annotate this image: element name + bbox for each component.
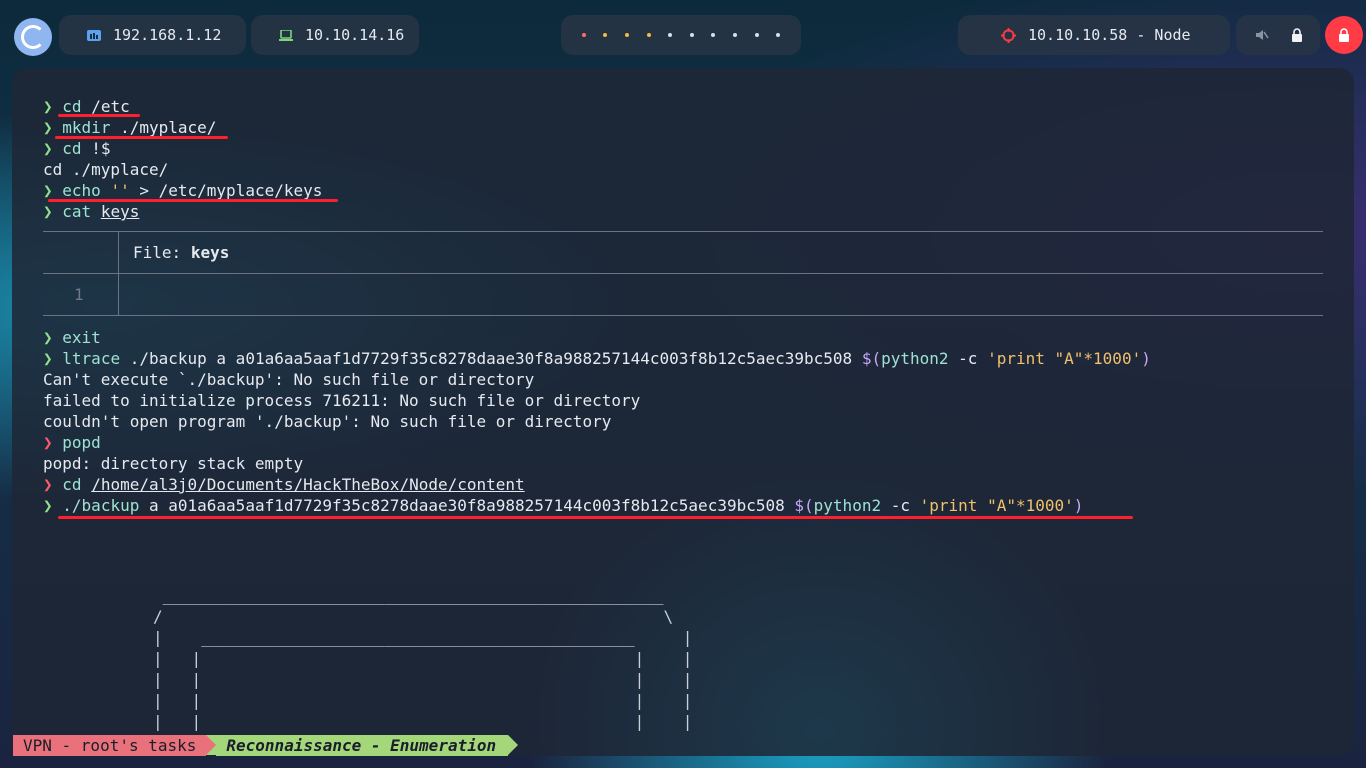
command: mkdir bbox=[62, 118, 111, 137]
workspace-dot-4[interactable] bbox=[646, 33, 651, 37]
workspace-dot-5[interactable] bbox=[668, 33, 673, 37]
command: python2 bbox=[813, 496, 882, 515]
terminal-line-9: ❯ popd bbox=[43, 432, 101, 453]
debian-logo-icon[interactable] bbox=[14, 18, 52, 56]
command: exit bbox=[62, 328, 101, 347]
workspace-dot-8[interactable] bbox=[732, 33, 737, 37]
workspace-dot-9[interactable] bbox=[754, 33, 759, 37]
status-separator-icon bbox=[508, 735, 519, 755]
command: ./backup bbox=[62, 496, 140, 515]
tmux-window-active[interactable]: Reconnaissance - Enumeration bbox=[216, 735, 509, 756]
laptop-icon bbox=[279, 29, 293, 41]
command: cd bbox=[62, 139, 82, 158]
bat-border-top bbox=[43, 231, 1323, 232]
prompt-symbol: ❯ bbox=[43, 97, 53, 116]
bat-border-bottom bbox=[43, 315, 1323, 316]
terminal-output: couldn't open program './backup': No suc… bbox=[43, 412, 612, 431]
prompt-symbol-error: ❯ bbox=[43, 433, 53, 452]
top-bar: 192.168.1.12 10.10.14.16 10.10.10.58 - N… bbox=[0, 0, 1366, 68]
file-path: keys bbox=[100, 202, 140, 221]
terminal-line-11: ❯ ./backup a a01a6aa5aaf1d7729f35c8278da… bbox=[43, 495, 1083, 516]
workspace-dot-1[interactable] bbox=[581, 33, 586, 37]
command: popd bbox=[62, 433, 101, 452]
subshell-close: ) bbox=[1141, 349, 1151, 368]
file-path: /home/al3j0/Documents/HackTheBox/Node/co… bbox=[91, 475, 525, 494]
flag: -c bbox=[958, 349, 978, 368]
prompt-symbol: ❯ bbox=[43, 118, 53, 137]
prompt-symbol-error: ❯ bbox=[43, 475, 53, 494]
bat-file-name: keys bbox=[190, 243, 230, 262]
red-underline bbox=[58, 516, 1133, 519]
argument: !$ bbox=[91, 139, 111, 158]
argument: ./myplace/ bbox=[120, 118, 217, 137]
prompt-symbol: ❯ bbox=[43, 496, 53, 515]
mute-icon[interactable] bbox=[1255, 28, 1269, 42]
workspace-dot-6[interactable] bbox=[689, 33, 694, 37]
workspace-ip: 192.168.1.12 bbox=[113, 26, 222, 44]
vpn-ip: 10.10.14.16 bbox=[305, 26, 405, 44]
string-literal: '' bbox=[110, 181, 130, 200]
status-separator-icon bbox=[206, 735, 217, 755]
target-pill[interactable]: 10.10.10.58 - Node bbox=[958, 15, 1230, 55]
prompt-symbol: ❯ bbox=[43, 181, 53, 200]
string-literal: 'print "A"*1000' bbox=[987, 349, 1142, 368]
lock-icon[interactable] bbox=[1291, 28, 1303, 42]
argument: > /etc/myplace/keys bbox=[139, 181, 323, 200]
terminal-line-2: ❯ mkdir ./myplace/ bbox=[43, 117, 216, 138]
bat-border-middle bbox=[43, 273, 1323, 274]
terminal-line-6: ❯ cat keys bbox=[43, 201, 139, 222]
workspace-dot-7[interactable] bbox=[711, 33, 716, 37]
target-crosshair-icon bbox=[1001, 27, 1016, 43]
window-name: Reconnaissance - Enumeration bbox=[226, 736, 497, 755]
workspace-dot-2[interactable] bbox=[603, 33, 608, 37]
network-icon bbox=[87, 29, 101, 41]
argument: a a01a6aa5aaf1d7729f35c8278daae30f8a9882… bbox=[148, 496, 785, 515]
target-label: 10.10.10.58 - Node bbox=[1028, 26, 1191, 44]
workspace-dot-3[interactable] bbox=[624, 33, 629, 37]
tmux-status-bar: VPN - root's tasks Reconnaissance - Enum… bbox=[13, 735, 519, 756]
terminal-line-5: ❯ echo '' > /etc/myplace/keys bbox=[43, 180, 322, 201]
prompt-symbol: ❯ bbox=[43, 328, 53, 347]
tmux-session[interactable]: VPN - root's tasks bbox=[13, 735, 207, 756]
terminal-output: cd ./myplace/ bbox=[43, 160, 169, 179]
bat-header: File: keys bbox=[133, 243, 229, 262]
session-name: VPN - root's tasks bbox=[23, 736, 197, 755]
ascii-art-output: ________________________________________… bbox=[153, 586, 693, 731]
command: cd bbox=[62, 475, 82, 494]
power-button[interactable] bbox=[1325, 16, 1363, 54]
terminal-output: popd: directory stack empty bbox=[43, 454, 304, 473]
string-literal: 'print "A"*1000' bbox=[919, 496, 1074, 515]
power-lock-icon bbox=[1339, 27, 1349, 42]
prompt-symbol: ❯ bbox=[43, 139, 53, 158]
command: echo bbox=[62, 181, 101, 200]
argument: ./backup a a01a6aa5aaf1d7729f35c8278daae… bbox=[129, 349, 853, 368]
prompt-symbol: ❯ bbox=[43, 349, 53, 368]
subshell-open: $( bbox=[861, 349, 882, 368]
terminal-line-8: ❯ ltrace ./backup a a01a6aa5aaf1d7729f35… bbox=[43, 348, 1151, 369]
vpn-ip-pill[interactable]: 10.10.14.16 bbox=[251, 15, 419, 55]
terminal-line-3: ❯ cd !$ bbox=[43, 138, 110, 159]
subshell-open: $( bbox=[794, 496, 814, 515]
workspace-dot-10[interactable] bbox=[776, 33, 781, 37]
command: python2 bbox=[881, 349, 949, 368]
workspace-dots[interactable] bbox=[561, 15, 801, 55]
terminal-output: Can't execute `./backup': No such file o… bbox=[43, 370, 535, 389]
terminal-line-7: ❯ exit bbox=[43, 327, 101, 348]
command: cat bbox=[62, 202, 92, 221]
prompt-symbol: ❯ bbox=[43, 202, 53, 221]
flag: -c bbox=[890, 496, 910, 515]
subshell-close: ) bbox=[1073, 496, 1084, 515]
system-tray bbox=[1236, 15, 1320, 55]
bat-file-label: File: bbox=[133, 243, 182, 262]
terminal-line-10: ❯ cd /home/al3j0/Documents/HackTheBox/No… bbox=[43, 474, 525, 495]
terminal-output: failed to initialize process 716211: No … bbox=[43, 391, 641, 410]
workspace-ip-pill[interactable]: 192.168.1.12 bbox=[59, 15, 246, 55]
bat-line-number: 1 bbox=[74, 285, 84, 304]
command: ltrace bbox=[62, 349, 121, 368]
